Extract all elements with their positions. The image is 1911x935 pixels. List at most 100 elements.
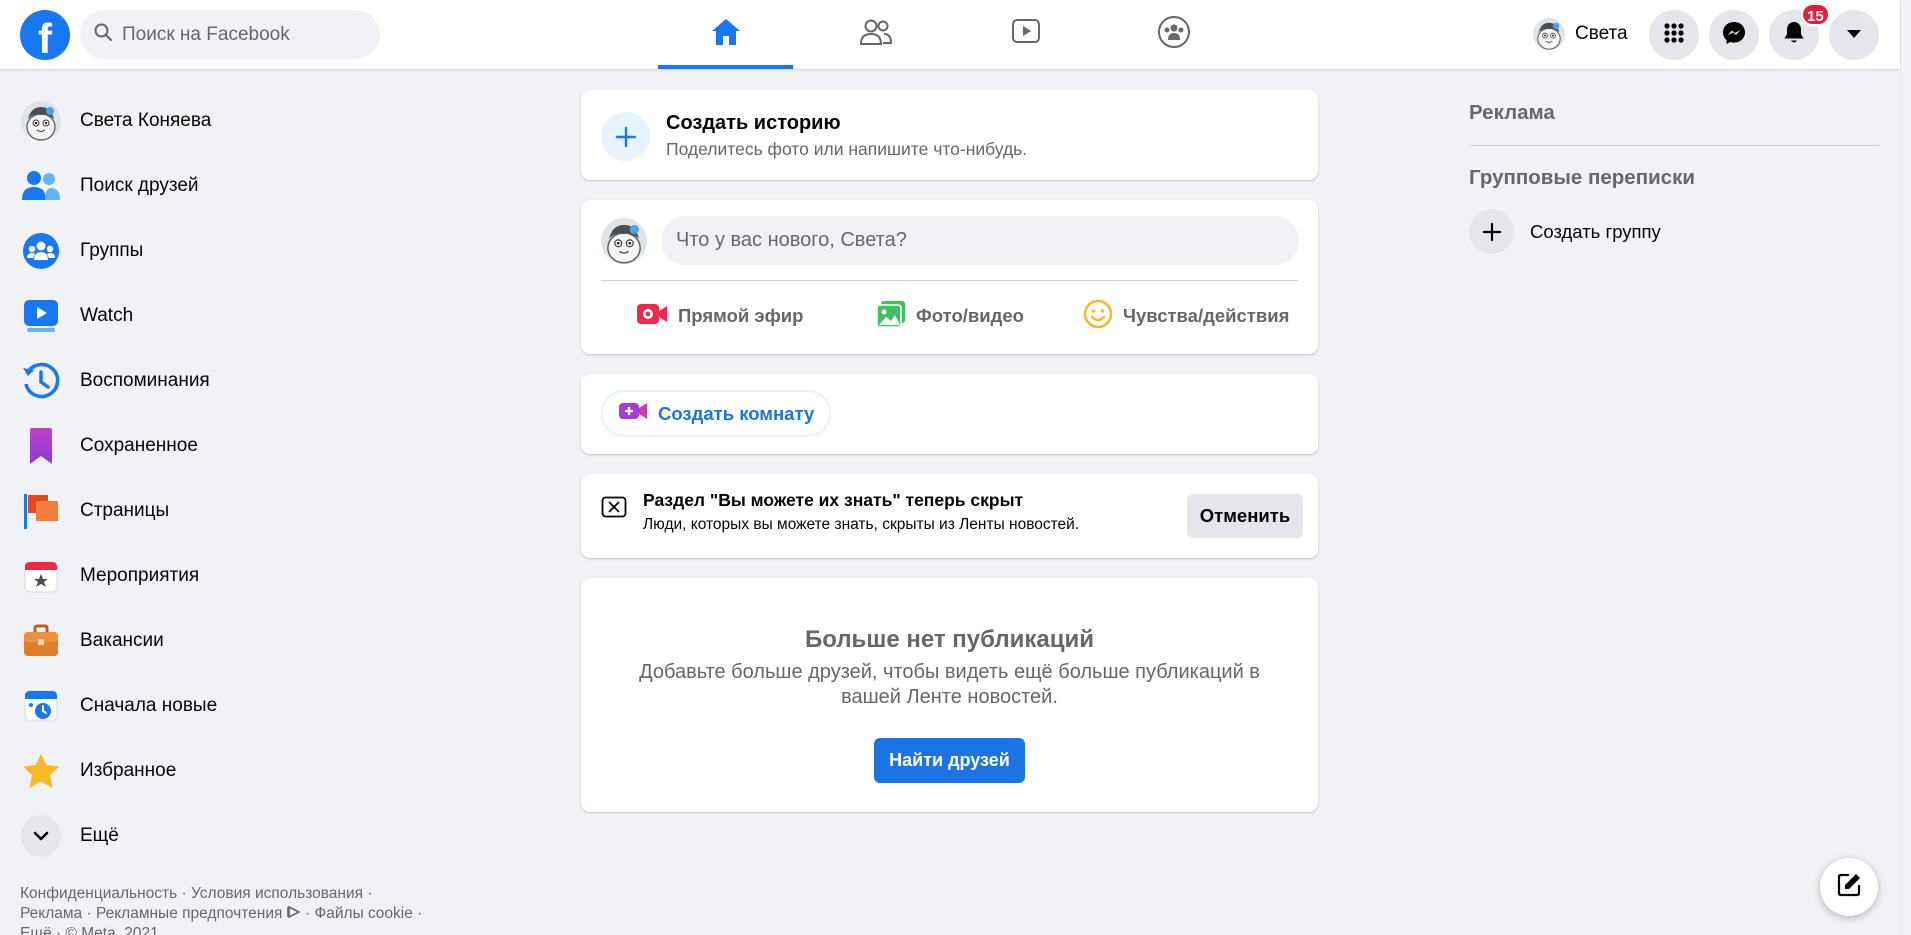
- ads-heading: Реклама: [1469, 101, 1555, 124]
- sidebar-item-label: Ещё: [80, 824, 119, 846]
- sidebar-item-events[interactable]: Мероприятия: [16, 543, 536, 608]
- notice-subtitle: Люди, которых вы можете знать, скрыты из…: [643, 516, 1080, 533]
- star-icon: [21, 751, 61, 791]
- footer-line[interactable]: Реклама · Рекламные предпочтения · Файлы…: [20, 904, 460, 924]
- notifications-count-badge: 15: [1801, 3, 1830, 26]
- facebook-logo[interactable]: f: [20, 10, 70, 60]
- action-label: Прямой эфир: [678, 305, 804, 326]
- tab-friends[interactable]: [808, 0, 943, 69]
- page-scrollbar[interactable]: [1900, 0, 1911, 935]
- footer-text[interactable]: · Файлы cookie ·: [305, 905, 422, 922]
- sidebar-item-label: Watch: [80, 304, 134, 326]
- video-icon: [1011, 18, 1041, 51]
- account-menu-button[interactable]: [1829, 10, 1879, 60]
- footer-line[interactable]: Ещё · © Meta, 2021: [20, 924, 460, 935]
- avatar[interactable]: [601, 218, 647, 264]
- footer-line[interactable]: Конфиденциальность · Условия использован…: [20, 884, 460, 904]
- sidebar-item-label: Страницы: [80, 499, 170, 521]
- create-group-button[interactable]: Создать группу: [1469, 209, 1661, 254]
- search-input[interactable]: [122, 23, 362, 46]
- search-box[interactable]: [80, 10, 380, 59]
- friends-icon: [21, 166, 61, 206]
- feeling-activity-button[interactable]: Чувства/действия: [1083, 296, 1289, 336]
- create-story-card[interactable]: Создать историю Поделитесь фото или напи…: [581, 90, 1318, 180]
- sidebar-item-label: Поиск друзей: [80, 174, 199, 196]
- sidebar-item-groups[interactable]: Группы: [16, 218, 536, 283]
- notice-title: Раздел "Вы можете их знать" теперь скрыт: [643, 490, 1024, 510]
- live-video-icon: [636, 302, 668, 331]
- create-room-button[interactable]: Создать комнату: [601, 390, 832, 437]
- sidebar-item-label: Света Коняева: [80, 109, 212, 131]
- create-room-card: Создать комнату: [581, 374, 1318, 454]
- sidebar-item-label: Сохраненное: [80, 434, 198, 456]
- divider: [601, 280, 1298, 281]
- new-message-button[interactable]: [1820, 858, 1878, 916]
- sidebar-item-label: Группы: [80, 239, 144, 261]
- bell-icon: [1783, 21, 1805, 50]
- post-composer-input[interactable]: Что у вас нового, Света?: [661, 216, 1299, 265]
- sidebar-item-favorites[interactable]: Избранное: [16, 738, 536, 803]
- home-icon: [710, 17, 742, 52]
- tab-home[interactable]: [658, 0, 793, 69]
- close-box-icon: [601, 496, 627, 523]
- menu-button[interactable]: [1649, 10, 1699, 60]
- sidebar-item-most-recent[interactable]: Сначала новые: [16, 673, 536, 738]
- caret-down-icon: [1846, 26, 1862, 44]
- messenger-button[interactable]: [1709, 10, 1759, 60]
- avatar: [1533, 18, 1565, 50]
- action-label: Фото/видео: [916, 305, 1024, 326]
- bookmark-icon: [21, 426, 61, 466]
- divider: [1469, 145, 1879, 146]
- profile-name: Света: [1575, 23, 1628, 44]
- chevron-down-icon: [21, 814, 61, 857]
- sidebar-item-memories[interactable]: Воспоминания: [16, 348, 536, 413]
- no-more-posts-card: Больше нет публикаций Добавьте больше др…: [581, 578, 1318, 812]
- sidebar-item-label: Вакансии: [80, 629, 164, 651]
- smiley-icon: [1083, 299, 1113, 334]
- hidden-section-notice: Раздел "Вы можете их знать" теперь скрыт…: [581, 474, 1318, 558]
- photo-video-button[interactable]: Фото/видео: [876, 296, 1024, 336]
- flag-icon: [21, 491, 61, 531]
- footer-text[interactable]: Реклама · Рекламные предпочтения: [20, 905, 282, 922]
- no-more-posts-subtitle: Добавьте больше друзей, чтобы видеть ещё…: [639, 661, 1260, 708]
- group-chats-heading: Групповые переписки: [1469, 166, 1695, 189]
- undo-button[interactable]: Отменить: [1187, 494, 1303, 538]
- sidebar-item-label: Воспоминания: [80, 369, 210, 391]
- sidebar-item-more[interactable]: Ещё: [16, 803, 536, 868]
- photo-icon: [876, 300, 906, 333]
- post-composer-card: Что у вас нового, Света? Прямой эфир Фот…: [581, 200, 1318, 354]
- sidebar-item-profile[interactable]: Света Коняева: [16, 88, 536, 153]
- sidebar-item-watch[interactable]: Watch: [16, 283, 536, 348]
- create-group-label: Создать группу: [1530, 220, 1661, 242]
- find-friends-button[interactable]: Найти друзей: [874, 738, 1025, 783]
- briefcase-icon: [21, 621, 61, 661]
- calendar-icon: [21, 556, 61, 596]
- memories-icon: [21, 361, 61, 401]
- plus-icon: [601, 112, 650, 161]
- left-sidebar: Света Коняева Поиск друзей Группы Watch …: [16, 88, 536, 868]
- sidebar-item-label: Избранное: [80, 759, 177, 781]
- no-more-posts-title: Больше нет публикаций: [805, 626, 1094, 653]
- adchoices-icon: [286, 905, 305, 922]
- create-story-title: Создать историю: [666, 112, 841, 134]
- watch-icon: [21, 296, 61, 336]
- sidebar-item-pages[interactable]: Страницы: [16, 478, 536, 543]
- profile-shortcut[interactable]: Света: [1527, 14, 1636, 54]
- sidebar-item-saved[interactable]: Сохраненное: [16, 413, 536, 478]
- sidebar-item-jobs[interactable]: Вакансии: [16, 608, 536, 673]
- grid-menu-icon: [1663, 22, 1685, 49]
- friends-icon: [859, 18, 893, 51]
- tab-groups[interactable]: [1106, 0, 1241, 69]
- create-room-label: Создать комнату: [658, 402, 815, 424]
- live-video-button[interactable]: Прямой эфир: [636, 296, 803, 336]
- most-recent-icon: [21, 686, 61, 726]
- footer-links: Конфиденциальность · Условия использован…: [20, 884, 460, 935]
- sidebar-item-find-friends[interactable]: Поиск друзей: [16, 153, 536, 218]
- video-camera-plus-icon: [618, 401, 648, 426]
- sidebar-item-label: Сначала новые: [80, 694, 218, 716]
- compose-icon: [1836, 872, 1862, 903]
- tab-watch[interactable]: [958, 0, 1093, 69]
- action-label: Чувства/действия: [1123, 305, 1290, 326]
- avatar: [21, 101, 61, 141]
- groups-icon: [21, 231, 61, 271]
